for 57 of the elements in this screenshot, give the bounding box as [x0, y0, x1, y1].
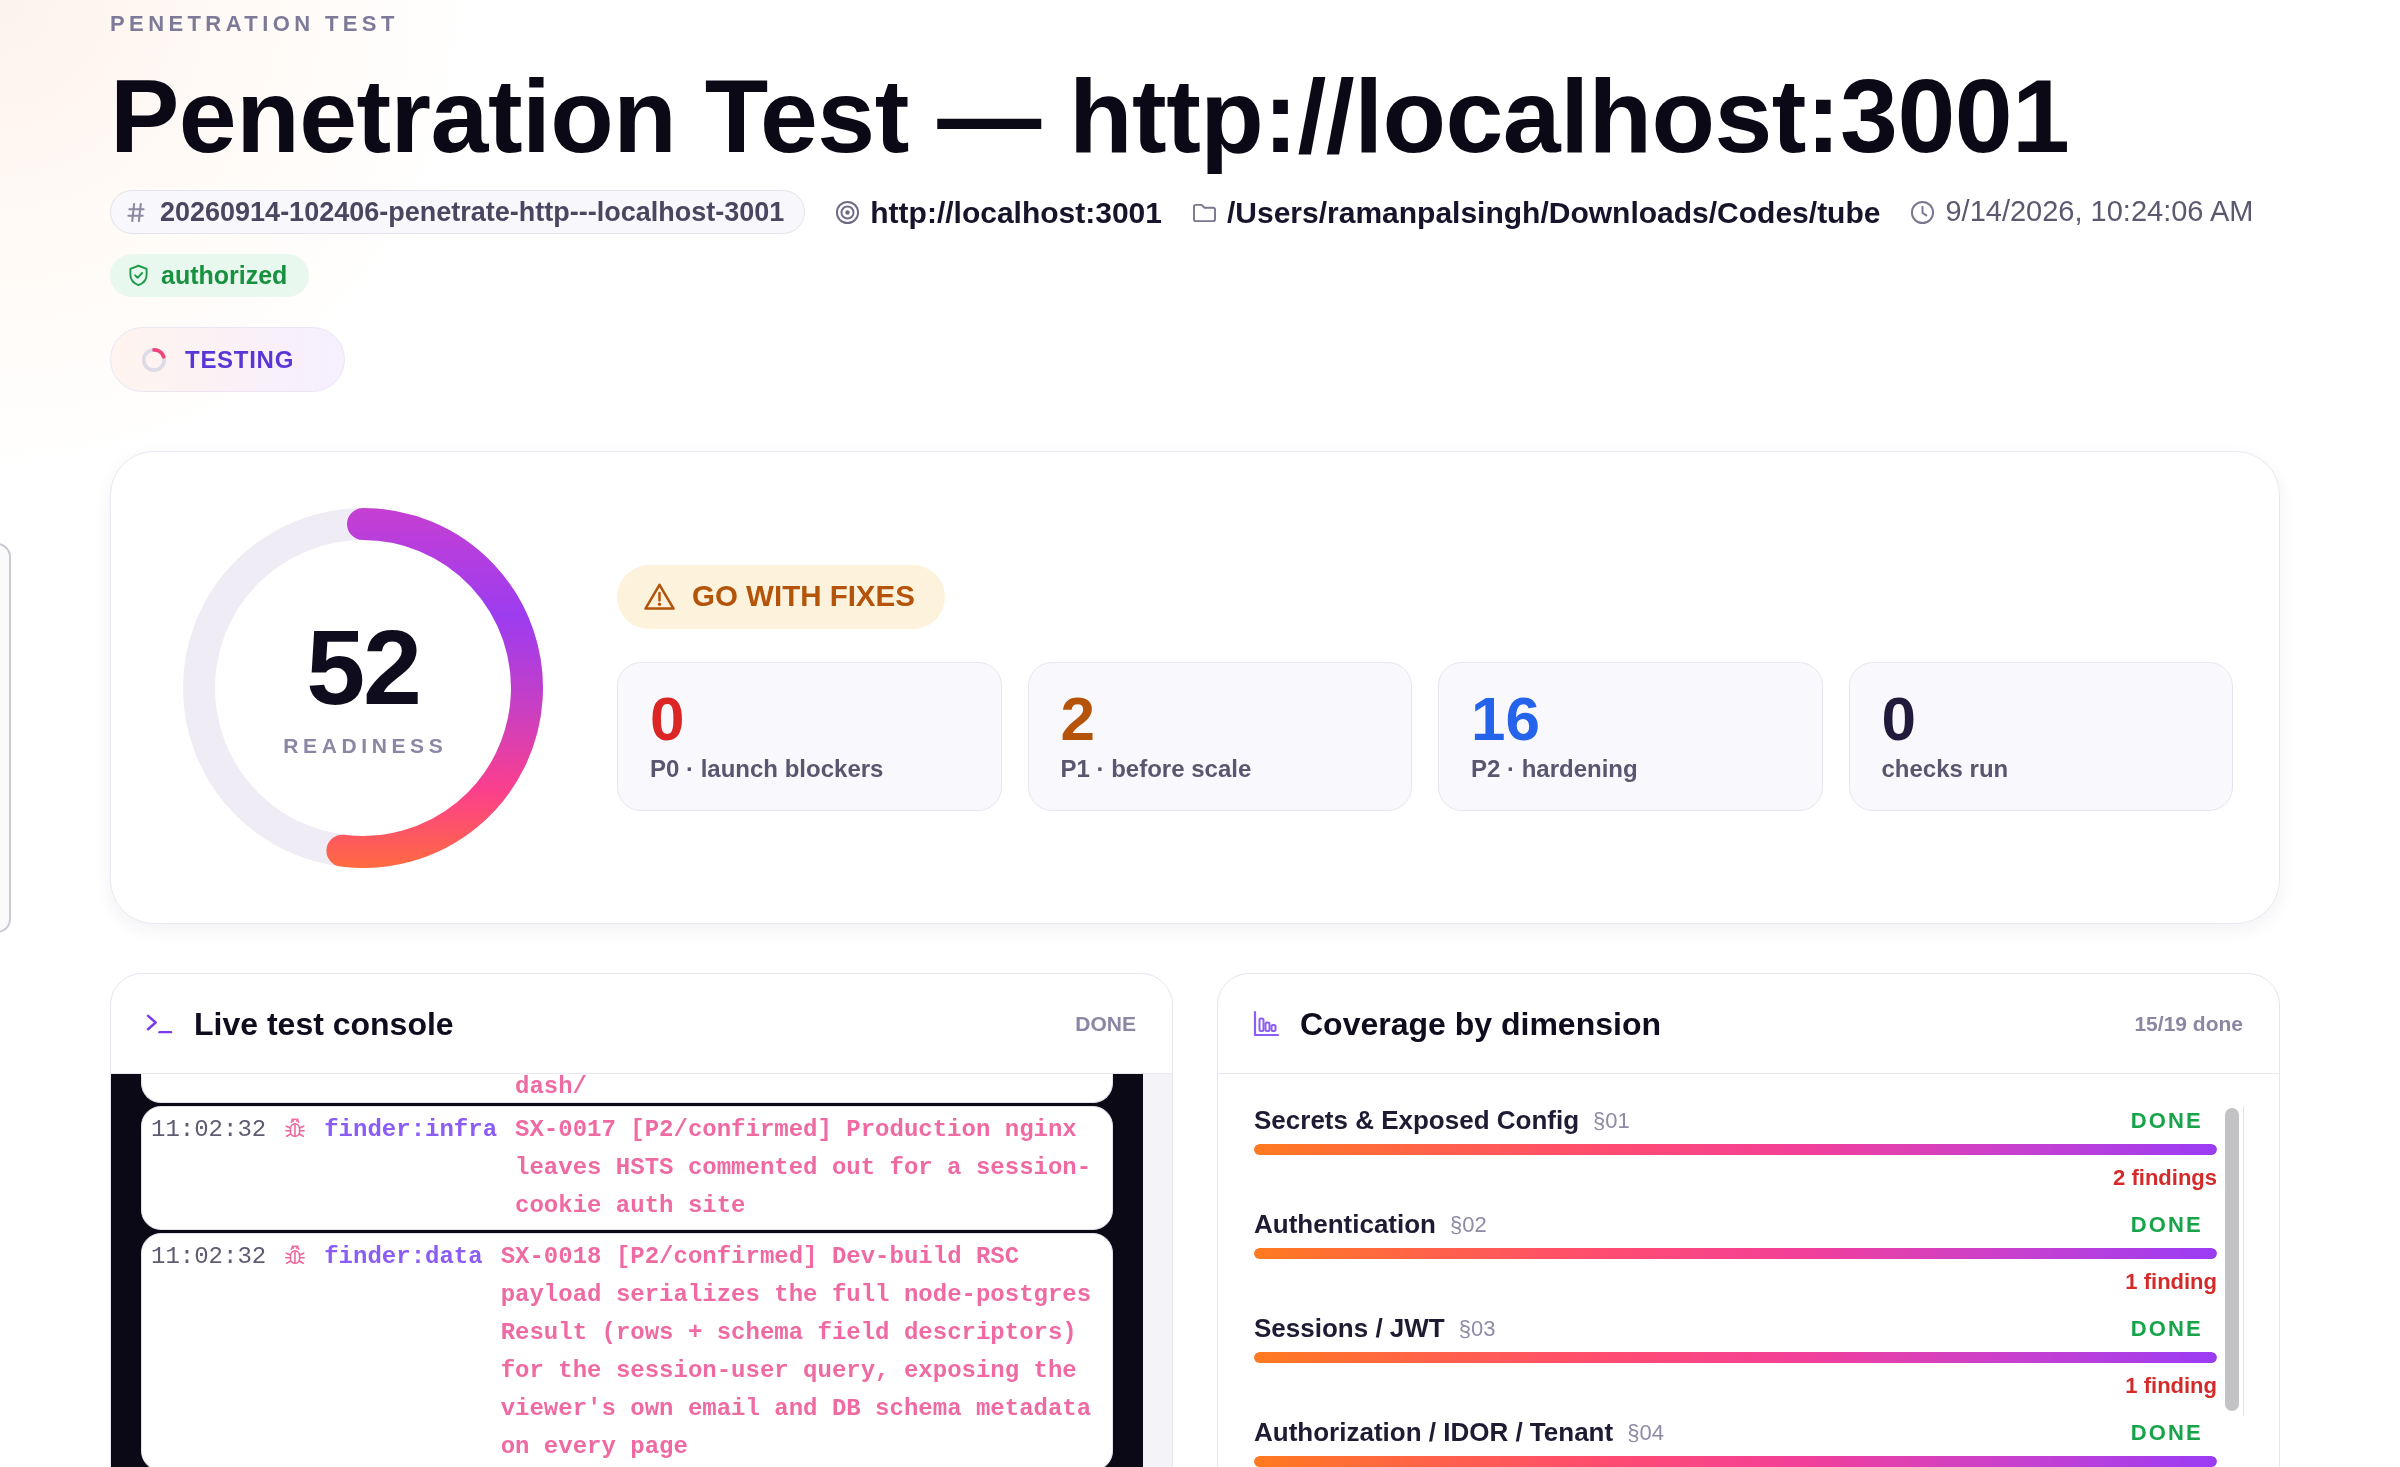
- scrollbar-thumb[interactable]: [2225, 1108, 2239, 1411]
- page-eyebrow: PENETRATION TEST: [110, 12, 400, 36]
- log-message: SX-0018 [P2/confirmed] Dev-build RSC payload serializes the full node-postgres Result (rows + schema field descriptors) for the session-user query, exposing the viewer's own email and DB schema metadata on every page: [500, 1242, 1093, 1462]
- dimension-name: Authorization / IDOR / Tenant: [1254, 1415, 1614, 1449]
- dimension-status: DONE: [2130, 1210, 2203, 1239]
- dimension-status: DONE: [2130, 1418, 2203, 1447]
- verdict-label: GO WITH FIXES: [692, 578, 915, 615]
- log-source: finder:infra: [324, 1115, 498, 1145]
- spinner-icon: [141, 346, 167, 373]
- project-path: /Users/ramanpalsingh/Downloads/Codes/tube: [1227, 194, 1881, 231]
- readiness-label: READINESS: [282, 732, 448, 759]
- started-time: 9/14/2026, 10:24:06 AM: [1945, 194, 2254, 230]
- findings-count: 1 finding: [2124, 1372, 2217, 1400]
- console-state: DONE: [1075, 1010, 1136, 1037]
- authorization-label: authorized: [161, 259, 288, 291]
- dimension-section: §02: [1450, 1207, 1487, 1241]
- target-url: http://localhost:3001: [870, 194, 1162, 231]
- dimension-section: §01: [1593, 1103, 1630, 1137]
- readiness-score: 52: [305, 613, 421, 720]
- dimension-name: Sessions / JWT: [1254, 1311, 1445, 1345]
- log-message: SX-0017 [P2/confirmed] Production nginx leaves HSTS commented out for a session-cookie auth site: [515, 1115, 1093, 1221]
- stat-label: P2 · hardening: [1471, 753, 1639, 784]
- log-source: finder:data: [324, 1242, 483, 1272]
- target-icon: [835, 199, 861, 225]
- stat-value: 0: [650, 687, 686, 750]
- hash-icon: [127, 201, 146, 223]
- log-time: 11:02:32: [151, 1115, 267, 1145]
- terminal-icon: [145, 1012, 174, 1035]
- coverage-summary: 15/19 done: [2134, 1010, 2243, 1037]
- log-message: dash/: [515, 1074, 587, 1100]
- dimension-name: Authentication: [1254, 1207, 1436, 1241]
- stat-label: P0 · launch blockers: [650, 753, 885, 784]
- dimension-name: Secrets & Exposed Config: [1254, 1103, 1580, 1137]
- panel-title: Coverage by dimension: [1300, 1004, 1661, 1044]
- dimension-status: DONE: [2130, 1314, 2203, 1343]
- dimension-status: DONE: [2130, 1106, 2203, 1135]
- findings-count: 2 findings: [2112, 1164, 2217, 1192]
- dimension-section: §03: [1458, 1311, 1496, 1345]
- warning-icon: [643, 582, 676, 611]
- log-time: 11:02:32: [151, 1242, 267, 1272]
- run-id: 20260914-102406-penetrate-http---localhost-3001: [160, 195, 785, 229]
- page-title: Penetration Test — http://localhost:3001: [110, 57, 2071, 176]
- clock-icon: [1910, 199, 1936, 225]
- bug-icon: [284, 1117, 307, 1139]
- findings-count: 1 finding: [2124, 1268, 2217, 1296]
- stat-label: checks run: [1881, 753, 2010, 784]
- bug-icon: [284, 1244, 307, 1266]
- stat-value: 2: [1060, 687, 1096, 750]
- stat-value: 16: [1471, 687, 1541, 750]
- shield-check-icon: [128, 264, 149, 287]
- stat-label: P1 · before scale: [1060, 753, 1253, 784]
- dimension-section: §04: [1627, 1415, 1664, 1449]
- folder-icon: [1192, 201, 1217, 223]
- bar-chart-icon: [1252, 1009, 1280, 1038]
- panel-title: Live test console: [194, 1004, 454, 1044]
- status-label: TESTING: [185, 344, 295, 375]
- stat-value: 0: [1881, 687, 1917, 750]
